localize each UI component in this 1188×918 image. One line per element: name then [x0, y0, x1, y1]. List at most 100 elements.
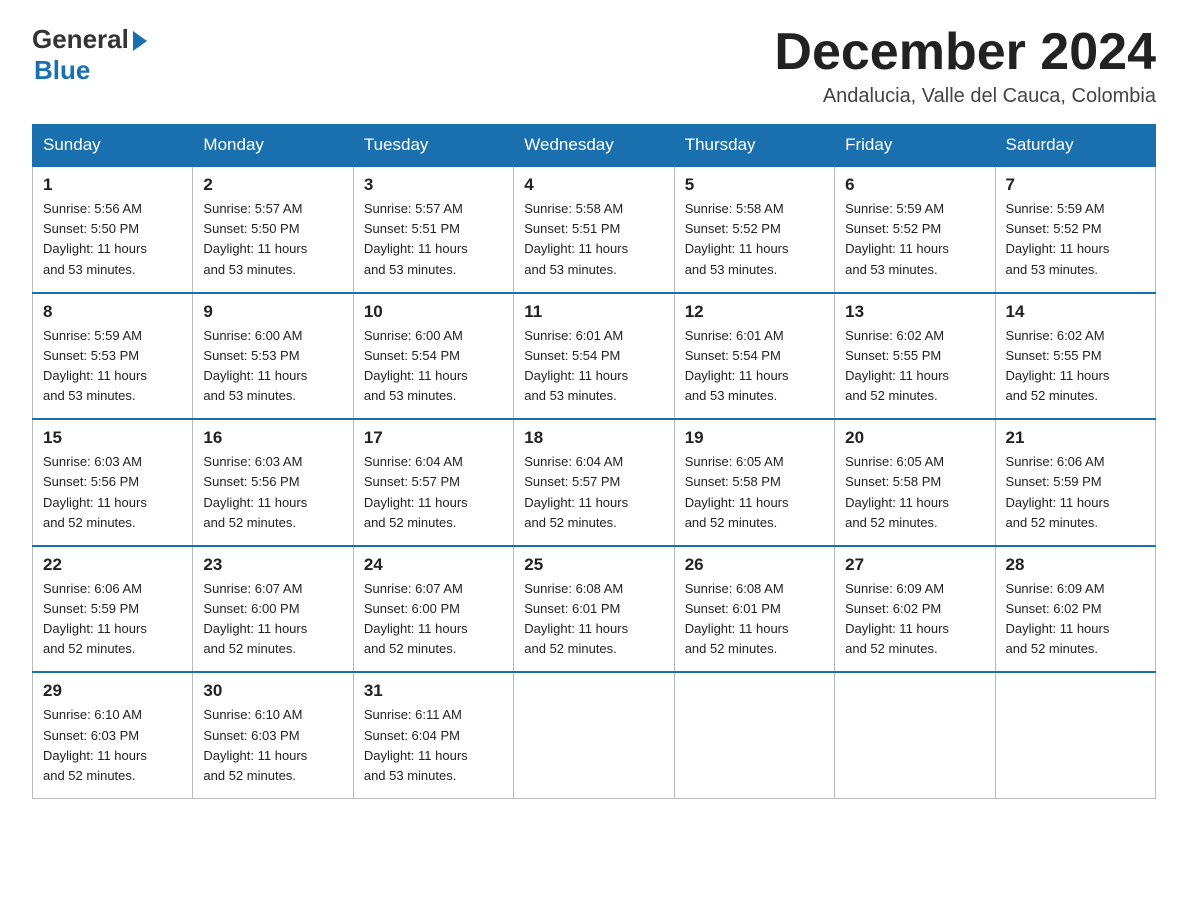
- day-info: Sunrise: 6:10 AM Sunset: 6:03 PM Dayligh…: [203, 705, 342, 786]
- day-number: 7: [1006, 175, 1145, 195]
- logo: General Blue: [32, 24, 147, 86]
- day-number: 16: [203, 428, 342, 448]
- day-info: Sunrise: 6:04 AM Sunset: 5:57 PM Dayligh…: [524, 452, 663, 533]
- day-info: Sunrise: 6:02 AM Sunset: 5:55 PM Dayligh…: [1006, 326, 1145, 407]
- calendar-day-header: Saturday: [995, 125, 1155, 167]
- calendar-day-cell: 17 Sunrise: 6:04 AM Sunset: 5:57 PM Dayli…: [353, 419, 513, 546]
- calendar-day-cell: 13Sunrise: 6:02 AM Sunset: 5:55 PM Dayli…: [835, 293, 995, 420]
- day-number: 10: [364, 302, 503, 322]
- calendar-day-cell: 26 Sunrise: 6:08 AM Sunset: 6:01 PM Dayli…: [674, 546, 834, 673]
- logo-arrow-icon: [133, 31, 147, 51]
- day-number: 17: [364, 428, 503, 448]
- day-info: Sunrise: 6:08 AM Sunset: 6:01 PM Dayligh…: [524, 579, 663, 660]
- calendar-day-cell: 6 Sunrise: 5:59 AM Sunset: 5:52 PM Daylig…: [835, 166, 995, 293]
- day-number: 11: [524, 302, 663, 322]
- day-number: 5: [685, 175, 824, 195]
- calendar-day-cell: 3 Sunrise: 5:57 AM Sunset: 5:51 PM Daylig…: [353, 166, 513, 293]
- calendar-day-cell: 27 Sunrise: 6:09 AM Sunset: 6:02 PM Dayli…: [835, 546, 995, 673]
- day-info: Sunrise: 6:03 AM Sunset: 5:56 PM Dayligh…: [43, 452, 182, 533]
- logo-blue-text: Blue: [34, 55, 90, 86]
- calendar-day-cell: [835, 672, 995, 798]
- calendar-week-row: 22Sunrise: 6:06 AM Sunset: 5:59 PM Dayli…: [33, 546, 1156, 673]
- calendar-day-header: Thursday: [674, 125, 834, 167]
- day-number: 21: [1006, 428, 1145, 448]
- day-number: 8: [43, 302, 182, 322]
- calendar-day-cell: 23 Sunrise: 6:07 AM Sunset: 6:00 PM Dayli…: [193, 546, 353, 673]
- calendar-day-cell: [674, 672, 834, 798]
- day-number: 4: [524, 175, 663, 195]
- calendar-table: SundayMondayTuesdayWednesdayThursdayFrid…: [32, 124, 1156, 799]
- day-info: Sunrise: 6:05 AM Sunset: 5:58 PM Dayligh…: [685, 452, 824, 533]
- day-number: 23: [203, 555, 342, 575]
- calendar-day-cell: 12 Sunrise: 6:01 AM Sunset: 5:54 PM Dayli…: [674, 293, 834, 420]
- calendar-day-header: Monday: [193, 125, 353, 167]
- day-number: 3: [364, 175, 503, 195]
- day-info: Sunrise: 6:00 AM Sunset: 5:53 PM Dayligh…: [203, 326, 342, 407]
- day-info: Sunrise: 6:04 AM Sunset: 5:57 PM Dayligh…: [364, 452, 503, 533]
- day-info: Sunrise: 5:57 AM Sunset: 5:50 PM Dayligh…: [203, 199, 342, 280]
- calendar-header-row: SundayMondayTuesdayWednesdayThursdayFrid…: [33, 125, 1156, 167]
- calendar-day-cell: 25Sunrise: 6:08 AM Sunset: 6:01 PM Dayli…: [514, 546, 674, 673]
- day-info: Sunrise: 6:03 AM Sunset: 5:56 PM Dayligh…: [203, 452, 342, 533]
- day-info: Sunrise: 6:00 AM Sunset: 5:54 PM Dayligh…: [364, 326, 503, 407]
- calendar-day-cell: [995, 672, 1155, 798]
- calendar-week-row: 15 Sunrise: 6:03 AM Sunset: 5:56 PM Dayli…: [33, 419, 1156, 546]
- calendar-day-cell: 30 Sunrise: 6:10 AM Sunset: 6:03 PM Dayli…: [193, 672, 353, 798]
- calendar-day-cell: 22Sunrise: 6:06 AM Sunset: 5:59 PM Dayli…: [33, 546, 193, 673]
- day-info: Sunrise: 6:06 AM Sunset: 5:59 PM Dayligh…: [1006, 452, 1145, 533]
- day-number: 27: [845, 555, 984, 575]
- calendar-day-cell: 15 Sunrise: 6:03 AM Sunset: 5:56 PM Dayli…: [33, 419, 193, 546]
- logo-general-text: General: [32, 24, 129, 55]
- day-info: Sunrise: 5:56 AM Sunset: 5:50 PM Dayligh…: [43, 199, 182, 280]
- day-info: Sunrise: 6:09 AM Sunset: 6:02 PM Dayligh…: [845, 579, 984, 660]
- day-number: 12: [685, 302, 824, 322]
- day-info: Sunrise: 5:58 AM Sunset: 5:51 PM Dayligh…: [524, 199, 663, 280]
- calendar-day-header: Tuesday: [353, 125, 513, 167]
- calendar-day-cell: 14 Sunrise: 6:02 AM Sunset: 5:55 PM Dayli…: [995, 293, 1155, 420]
- day-number: 26: [685, 555, 824, 575]
- calendar-day-cell: 19 Sunrise: 6:05 AM Sunset: 5:58 PM Dayli…: [674, 419, 834, 546]
- day-info: Sunrise: 6:06 AM Sunset: 5:59 PM Dayligh…: [43, 579, 182, 660]
- location-text: Andalucia, Valle del Cauca, Colombia: [774, 85, 1156, 108]
- day-info: Sunrise: 6:01 AM Sunset: 5:54 PM Dayligh…: [685, 326, 824, 407]
- day-info: Sunrise: 5:58 AM Sunset: 5:52 PM Dayligh…: [685, 199, 824, 280]
- calendar-day-cell: 2 Sunrise: 5:57 AM Sunset: 5:50 PM Daylig…: [193, 166, 353, 293]
- day-number: 18: [524, 428, 663, 448]
- day-info: Sunrise: 5:59 AM Sunset: 5:52 PM Dayligh…: [845, 199, 984, 280]
- calendar-day-cell: 11 Sunrise: 6:01 AM Sunset: 5:54 PM Dayli…: [514, 293, 674, 420]
- calendar-day-cell: 10 Sunrise: 6:00 AM Sunset: 5:54 PM Dayli…: [353, 293, 513, 420]
- day-info: Sunrise: 6:08 AM Sunset: 6:01 PM Dayligh…: [685, 579, 824, 660]
- calendar-week-row: 29 Sunrise: 6:10 AM Sunset: 6:03 PM Dayli…: [33, 672, 1156, 798]
- day-number: 15: [43, 428, 182, 448]
- day-info: Sunrise: 6:01 AM Sunset: 5:54 PM Dayligh…: [524, 326, 663, 407]
- day-number: 19: [685, 428, 824, 448]
- day-info: Sunrise: 6:09 AM Sunset: 6:02 PM Dayligh…: [1006, 579, 1145, 660]
- calendar-day-cell: 29Sunrise: 6:10 AM Sunset: 6:03 PM Dayli…: [33, 672, 193, 798]
- calendar-day-header: Friday: [835, 125, 995, 167]
- day-number: 30: [203, 681, 342, 701]
- title-block: December 2024 Andalucia, Valle del Cauca…: [774, 24, 1156, 108]
- day-number: 28: [1006, 555, 1145, 575]
- day-info: Sunrise: 6:07 AM Sunset: 6:00 PM Dayligh…: [364, 579, 503, 660]
- calendar-day-cell: 28 Sunrise: 6:09 AM Sunset: 6:02 PM Dayli…: [995, 546, 1155, 673]
- calendar-day-cell: 8 Sunrise: 5:59 AM Sunset: 5:53 PM Daylig…: [33, 293, 193, 420]
- day-number: 31: [364, 681, 503, 701]
- day-info: Sunrise: 6:07 AM Sunset: 6:00 PM Dayligh…: [203, 579, 342, 660]
- calendar-day-cell: 18 Sunrise: 6:04 AM Sunset: 5:57 PM Dayli…: [514, 419, 674, 546]
- day-info: Sunrise: 5:59 AM Sunset: 5:53 PM Dayligh…: [43, 326, 182, 407]
- day-info: Sunrise: 6:11 AM Sunset: 6:04 PM Dayligh…: [364, 705, 503, 786]
- day-info: Sunrise: 5:57 AM Sunset: 5:51 PM Dayligh…: [364, 199, 503, 280]
- day-number: 6: [845, 175, 984, 195]
- month-title: December 2024: [774, 24, 1156, 81]
- calendar-day-cell: 16 Sunrise: 6:03 AM Sunset: 5:56 PM Dayli…: [193, 419, 353, 546]
- calendar-day-cell: 9Sunrise: 6:00 AM Sunset: 5:53 PM Daylig…: [193, 293, 353, 420]
- calendar-week-row: 8 Sunrise: 5:59 AM Sunset: 5:53 PM Daylig…: [33, 293, 1156, 420]
- day-number: 29: [43, 681, 182, 701]
- day-number: 14: [1006, 302, 1145, 322]
- day-number: 20: [845, 428, 984, 448]
- calendar-week-row: 1Sunrise: 5:56 AM Sunset: 5:50 PM Daylig…: [33, 166, 1156, 293]
- day-info: Sunrise: 6:05 AM Sunset: 5:58 PM Dayligh…: [845, 452, 984, 533]
- day-number: 2: [203, 175, 342, 195]
- calendar-day-cell: 31 Sunrise: 6:11 AM Sunset: 6:04 PM Dayli…: [353, 672, 513, 798]
- calendar-day-cell: 21 Sunrise: 6:06 AM Sunset: 5:59 PM Dayli…: [995, 419, 1155, 546]
